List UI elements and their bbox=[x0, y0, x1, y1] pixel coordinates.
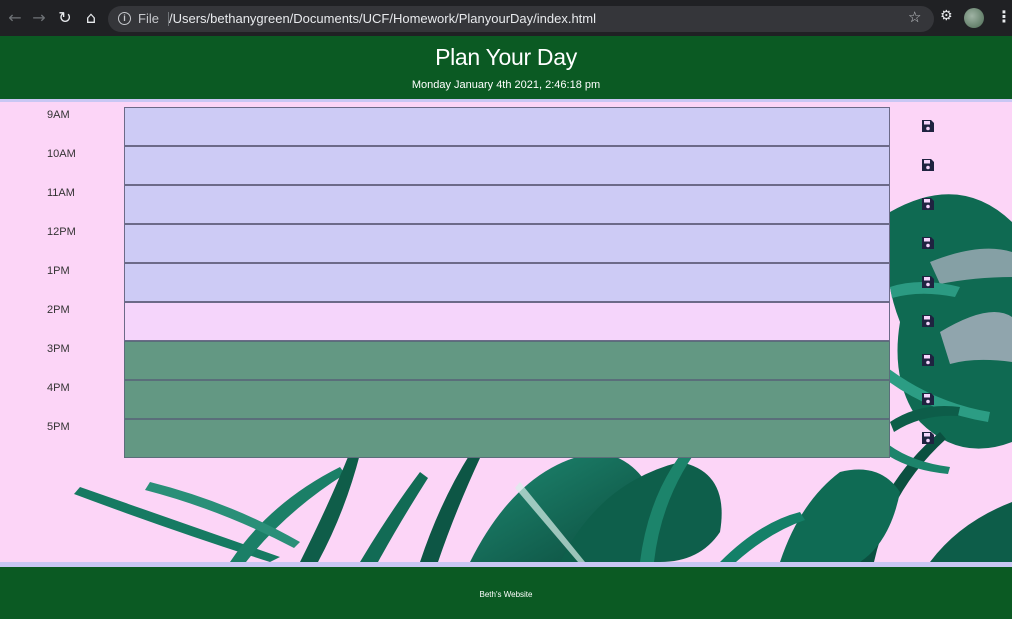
save-button[interactable] bbox=[921, 119, 935, 133]
page-title: Plan Your Day bbox=[435, 44, 577, 70]
time-block-1pm: 1PM bbox=[0, 263, 1012, 302]
event-textarea[interactable] bbox=[124, 224, 890, 263]
time-block-9am: 9AM bbox=[0, 107, 1012, 146]
time-block-4pm: 4PM bbox=[0, 380, 1012, 419]
scheme-label: File bbox=[138, 11, 159, 26]
hour-label: 2PM bbox=[47, 304, 70, 316]
event-textarea[interactable] bbox=[124, 263, 890, 302]
hour-label: 12PM bbox=[47, 226, 76, 238]
time-block-10am: 10AM bbox=[0, 146, 1012, 185]
floppy-disk-icon bbox=[922, 315, 934, 327]
floppy-disk-icon bbox=[922, 159, 934, 171]
save-button[interactable] bbox=[921, 275, 935, 289]
floppy-disk-icon bbox=[922, 354, 934, 366]
hour-label: 5PM bbox=[47, 421, 70, 433]
time-block-3pm: 3PM bbox=[0, 341, 1012, 380]
time-block-12pm: 12PM bbox=[0, 224, 1012, 263]
forward-icon[interactable]: → bbox=[28, 7, 50, 29]
browser-toolbar: ← → ↻ ⌂ i File /Users/bethanygreen/Docum… bbox=[0, 0, 1012, 36]
floppy-disk-icon bbox=[922, 120, 934, 132]
save-button[interactable] bbox=[921, 353, 935, 367]
hour-label: 9AM bbox=[47, 109, 70, 121]
save-button[interactable] bbox=[921, 158, 935, 172]
current-datetime: Monday January 4th 2021, 2:46:18 pm bbox=[411, 79, 601, 91]
floppy-disk-icon bbox=[922, 198, 934, 210]
floppy-disk-icon bbox=[922, 432, 934, 444]
event-textarea[interactable] bbox=[124, 380, 890, 419]
floppy-disk-icon bbox=[922, 237, 934, 249]
hour-label: 10AM bbox=[47, 148, 76, 160]
info-icon[interactable]: i bbox=[118, 12, 131, 25]
time-block-5pm: 5PM bbox=[0, 419, 1012, 458]
save-button[interactable] bbox=[921, 314, 935, 328]
event-textarea[interactable] bbox=[124, 146, 890, 185]
save-button[interactable] bbox=[921, 431, 935, 445]
hour-label: 1PM bbox=[47, 265, 70, 277]
home-icon[interactable]: ⌂ bbox=[80, 7, 102, 29]
time-block-11am: 11AM bbox=[0, 185, 1012, 224]
page-footer: Beth's Website bbox=[0, 567, 1012, 619]
event-textarea[interactable] bbox=[124, 107, 890, 146]
floppy-disk-icon bbox=[922, 276, 934, 288]
save-button[interactable] bbox=[921, 236, 935, 250]
menu-kebab-icon[interactable]: ⋮ bbox=[996, 7, 1012, 26]
event-textarea[interactable] bbox=[124, 302, 890, 341]
back-icon[interactable]: ← bbox=[4, 7, 26, 29]
profile-avatar[interactable] bbox=[964, 8, 984, 28]
save-button[interactable] bbox=[921, 197, 935, 211]
hour-label: 4PM bbox=[47, 382, 70, 394]
url-text[interactable]: /Users/bethanygreen/Documents/UCF/Homewo… bbox=[169, 11, 596, 26]
event-textarea[interactable] bbox=[124, 185, 890, 224]
save-button[interactable] bbox=[921, 392, 935, 406]
hour-label: 11AM bbox=[47, 187, 75, 199]
reload-icon[interactable]: ↻ bbox=[54, 7, 76, 29]
footer-text: Beth's Website bbox=[479, 590, 533, 599]
event-textarea[interactable] bbox=[124, 341, 890, 380]
bookmark-star-icon[interactable]: ☆ bbox=[908, 8, 921, 26]
event-textarea[interactable] bbox=[124, 419, 890, 458]
address-bar[interactable]: i File /Users/bethanygreen/Documents/UCF… bbox=[108, 6, 934, 32]
page-header: Plan Your Day Monday January 4th 2021, 2… bbox=[0, 36, 1012, 99]
hour-label: 3PM bbox=[47, 343, 70, 355]
extensions-puzzle-icon[interactable]: ⚙ bbox=[940, 8, 953, 24]
time-block-2pm: 2PM bbox=[0, 302, 1012, 341]
floppy-disk-icon bbox=[922, 393, 934, 405]
